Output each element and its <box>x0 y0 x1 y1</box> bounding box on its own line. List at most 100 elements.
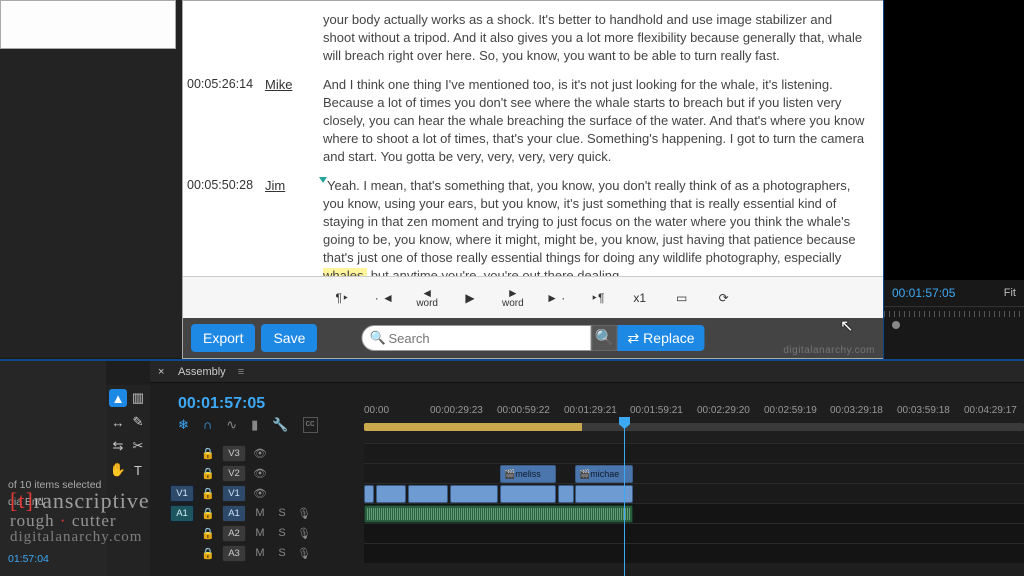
video-track-v3[interactable] <box>364 443 1024 463</box>
track-target[interactable]: A1 <box>222 505 246 522</box>
transcript-body[interactable]: your body actually works as a shock. It'… <box>183 1 883 276</box>
track-target[interactable]: A2 <box>222 525 246 542</box>
selection-tool-icon[interactable]: ▲ <box>109 389 127 407</box>
settings-icon[interactable]: 🔧 <box>272 417 288 433</box>
highlighted-word[interactable]: whales, <box>323 268 367 276</box>
transcript-text[interactable]: And I think one thing I've mentioned too… <box>323 76 865 167</box>
lock-icon[interactable]: 🔒 <box>200 445 216 461</box>
audio-clip[interactable] <box>364 505 633 523</box>
track-target[interactable]: V1 <box>222 485 246 502</box>
voiceover-icon[interactable]: 🎙 <box>296 525 312 541</box>
audio-track-a2[interactable] <box>364 523 1024 543</box>
track-target[interactable]: V3 <box>222 445 246 462</box>
type-tool-icon[interactable]: T <box>129 461 147 479</box>
project-item-name[interactable]: dia End <box>8 494 106 511</box>
eye-icon[interactable]: 👁 <box>252 485 268 501</box>
track-headers: 🔒 V3 👁 🔒 V2 👁 V1 🔒 V1 👁 A1 🔒 A1 M <box>170 443 360 563</box>
lock-icon[interactable]: 🔒 <box>200 485 216 501</box>
refresh-icon[interactable]: ⟳ <box>714 288 734 308</box>
export-button[interactable]: Export <box>191 324 255 352</box>
monitor-viewport[interactable] <box>884 0 1024 280</box>
snap-toggle-icon[interactable]: ❄ <box>178 417 189 433</box>
monitor-zoom-fit[interactable]: Fit <box>1004 287 1016 299</box>
track-header-a2[interactable]: 🔒 A2 M S 🎙 <box>170 523 360 543</box>
monitor-timecode[interactable]: 00:01:57:05 <box>892 286 955 300</box>
save-button[interactable]: Save <box>261 324 317 352</box>
pen-tool-icon[interactable]: ✎ <box>129 413 147 431</box>
video-clip[interactable] <box>408 485 448 503</box>
mute-toggle[interactable]: M <box>252 545 268 561</box>
lock-icon[interactable]: 🔒 <box>200 545 216 561</box>
audio-track-a3[interactable] <box>364 543 1024 563</box>
source-patch[interactable]: A1 <box>170 505 194 522</box>
prev-clip-icon[interactable]: · ◄ <box>374 288 394 308</box>
eye-icon[interactable]: 👁 <box>252 445 268 461</box>
voiceover-icon[interactable]: 🎙 <box>296 505 312 521</box>
lock-icon[interactable]: 🔒 <box>200 525 216 541</box>
video-track-v2[interactable]: 🎬 meliss 🎬 michae <box>364 463 1024 483</box>
track-header-v2[interactable]: 🔒 V2 👁 <box>170 463 360 483</box>
sequence-timecode[interactable]: 00:01:57:05 <box>178 395 265 413</box>
solo-toggle[interactable]: S <box>274 545 290 561</box>
timeline-panel: of 10 items selected dia End 01:57:04 ▲ … <box>0 359 1024 576</box>
marker-icon[interactable]: ▮ <box>251 417 258 433</box>
playback-speed[interactable]: x1 <box>630 288 650 308</box>
video-clip[interactable] <box>364 485 374 503</box>
work-area-bar[interactable] <box>364 423 1024 431</box>
transcript-text[interactable]: Yeah. I mean, that's something that, you… <box>323 177 865 277</box>
search-input[interactable] <box>361 325 591 351</box>
speaker-name[interactable]: Jim <box>265 177 315 277</box>
razor-tool-icon[interactable]: ✂ <box>129 437 147 455</box>
video-clip[interactable]: 🎬 meliss <box>500 465 556 483</box>
crop-icon[interactable]: ▭ <box>672 288 692 308</box>
track-select-tool-icon[interactable]: ▥ <box>129 389 147 407</box>
next-word-button[interactable]: ►word <box>502 287 524 309</box>
monitor-scrubber[interactable] <box>884 306 1024 328</box>
replace-button[interactable]: ⇄Replace <box>617 325 704 351</box>
slip-tool-icon[interactable]: ⇆ <box>109 437 127 455</box>
ripple-tool-icon[interactable]: ↔ <box>109 413 127 431</box>
next-clip-icon[interactable]: ► · <box>546 288 566 308</box>
monitor-marker-icon[interactable] <box>892 321 900 329</box>
speaker-name[interactable] <box>265 11 315 66</box>
solo-toggle[interactable]: S <box>274 505 290 521</box>
ruler-tick: 00:00:59:22 <box>497 405 550 416</box>
track-target[interactable]: V2 <box>222 465 246 482</box>
timeline-ruler[interactable]: 00:00 00:00:29:23 00:00:59:22 00:01:29:2… <box>364 405 1024 423</box>
sequence-menu-icon[interactable]: ≡ <box>238 366 244 378</box>
track-header-a1[interactable]: A1 🔒 A1 M S 🎙 <box>170 503 360 523</box>
timeline-tracks[interactable]: 🎬 meliss 🎬 michae <box>364 443 1024 576</box>
video-clip[interactable] <box>376 485 406 503</box>
voiceover-icon[interactable]: 🎙 <box>296 545 312 561</box>
hand-tool-icon[interactable]: ✋ <box>109 461 127 479</box>
eye-icon[interactable]: 👁 <box>252 465 268 481</box>
video-track-v1[interactable] <box>364 483 1024 503</box>
project-pane[interactable]: of 10 items selected dia End 01:57:04 <box>0 361 106 576</box>
search-submit-button[interactable]: 🔍 <box>591 325 617 351</box>
video-clip[interactable] <box>558 485 574 503</box>
speaker-name[interactable]: Mike <box>265 76 315 167</box>
magnet-toggle-icon[interactable]: ∩ <box>203 417 212 433</box>
linked-selection-icon[interactable]: ∿ <box>226 417 237 433</box>
lock-icon[interactable]: 🔒 <box>200 505 216 521</box>
track-header-v1[interactable]: V1 🔒 V1 👁 <box>170 483 360 503</box>
track-target[interactable]: A3 <box>222 545 246 562</box>
track-header-v3[interactable]: 🔒 V3 👁 <box>170 443 360 463</box>
prev-word-button[interactable]: ◄word <box>416 287 438 309</box>
paragraph-rtl-icon[interactable]: ‣¶ <box>588 288 608 308</box>
audio-track-a1[interactable] <box>364 503 1024 523</box>
mute-toggle[interactable]: M <box>252 505 268 521</box>
track-header-a3[interactable]: 🔒 A3 M S 🎙 <box>170 543 360 563</box>
play-icon[interactable]: ▶ <box>460 288 480 308</box>
transcript-text[interactable]: your body actually works as a shock. It'… <box>323 11 865 66</box>
paragraph-ltr-icon[interactable]: ¶‣ <box>332 288 352 308</box>
mute-toggle[interactable]: M <box>252 525 268 541</box>
cc-icon[interactable]: cc <box>303 417 318 433</box>
solo-toggle[interactable]: S <box>274 525 290 541</box>
source-patch[interactable]: V1 <box>170 485 194 502</box>
playhead[interactable] <box>624 419 625 576</box>
lock-icon[interactable]: 🔒 <box>200 465 216 481</box>
sequence-tab[interactable]: Assembly <box>178 366 226 378</box>
video-clip[interactable] <box>500 485 556 503</box>
video-clip[interactable] <box>450 485 498 503</box>
